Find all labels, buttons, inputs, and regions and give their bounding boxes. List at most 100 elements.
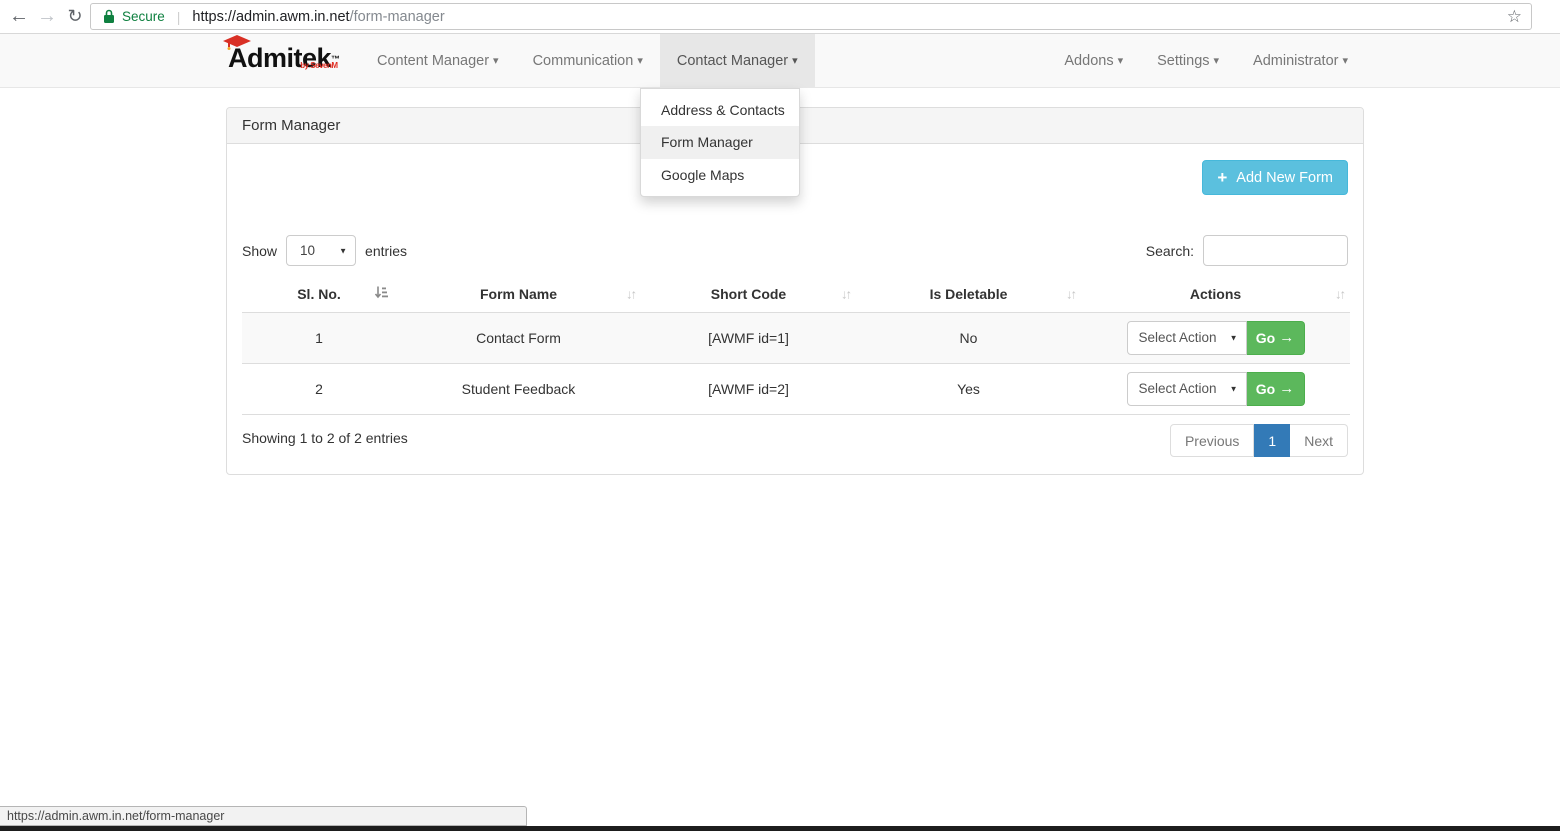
cell-sl-no: 2: [242, 363, 396, 415]
go-button[interactable]: Go →: [1246, 371, 1305, 406]
search-label: Search:: [1145, 242, 1194, 259]
select-caret-icon: ▼: [339, 246, 348, 255]
main-navbar: Admitek™ by SevenM Content Manager ▾ Commu…: [0, 34, 1560, 88]
action-group: Select Action ▼ Go →: [1126, 320, 1305, 355]
pagination: Previous 1 Next: [1169, 424, 1348, 457]
bookmark-star-icon[interactable]: ☆: [1507, 7, 1522, 27]
table-row: 1 Contact Form [AWMF id=1] No Select Act…: [242, 312, 1350, 364]
go-button[interactable]: Go →: [1246, 320, 1305, 355]
pagination-next[interactable]: Next: [1290, 424, 1348, 457]
page-url: https://admin.awm.in.net/form-manager: [192, 9, 444, 25]
caret-down-icon: ▾: [637, 55, 643, 67]
page-length-select[interactable]: 10 ▼: [286, 235, 357, 266]
caret-down-icon: ▾: [792, 55, 798, 67]
contact-manager-dropdown: Address & Contacts Form Manager Google M…: [640, 88, 800, 197]
pagination-page-1[interactable]: 1: [1254, 424, 1291, 457]
url-host: https://admin.awm.in.net: [192, 8, 350, 25]
sort-both-icon: ↓↑: [626, 286, 637, 302]
nav-label: Content Manager: [377, 53, 490, 69]
caret-down-icon: ▾: [1213, 55, 1220, 67]
page-length-control: Show 10 ▼ entries: [242, 235, 407, 266]
cell-sl-no: 1: [242, 312, 396, 364]
select-action-dropdown[interactable]: Select Action ▼: [1126, 371, 1247, 406]
add-new-form-button[interactable]: + Add New Form: [1202, 160, 1348, 195]
show-label: Show: [242, 242, 278, 259]
sort-up-icon: ↑: [630, 286, 637, 302]
sort-both-icon: ↓↑: [1335, 286, 1346, 302]
showing-entries-info: Showing 1 to 2 of 2 entries: [242, 430, 408, 446]
cell-short-code: [AWMF id=2]: [641, 363, 856, 415]
omnibox-separator: |: [176, 8, 181, 25]
caret-down-icon: ▾: [493, 55, 499, 67]
header-label: Actions: [1189, 286, 1242, 303]
table-header-row: Sl. No. Form Name ↓↑ Short Code ↓↑ Is De…: [242, 277, 1350, 313]
sort-both-icon: ↓↑: [1066, 286, 1077, 302]
nav-item-content-manager[interactable]: Content Manager ▾: [360, 34, 516, 88]
forward-icon[interactable]: →: [34, 2, 60, 30]
secure-label: Secure: [122, 9, 165, 24]
sort-up-icon: ↑: [845, 286, 852, 302]
header-actions[interactable]: Actions ↓↑: [1081, 277, 1350, 313]
add-new-form-label: Add New Form: [1236, 169, 1333, 186]
sort-up-icon: ↑: [1070, 286, 1077, 302]
arrow-right-icon: →: [1279, 380, 1295, 397]
nav-right-group: Addons ▾ Settings ▾ Administrator ▾: [1047, 34, 1365, 88]
nav-item-settings[interactable]: Settings ▾: [1140, 34, 1236, 88]
search-input[interactable]: [1203, 235, 1348, 266]
brand-logo[interactable]: Admitek™ by SevenM: [223, 35, 340, 73]
nav-item-communication[interactable]: Communication ▾: [516, 34, 660, 88]
caret-down-icon: ▾: [1342, 55, 1348, 67]
go-label: Go: [1255, 329, 1276, 346]
cell-short-code: [AWMF id=1]: [641, 312, 856, 364]
plus-icon: +: [1217, 167, 1228, 187]
dropdown-item-address-contacts[interactable]: Address & Contacts: [641, 94, 799, 126]
url-path: /form-manager: [349, 8, 445, 25]
dropdown-item-form-manager[interactable]: Form Manager: [641, 126, 799, 159]
nav-label: Administrator: [1253, 53, 1339, 69]
cell-is-deletable: Yes: [856, 363, 1081, 415]
search-control: Search:: [1146, 235, 1348, 266]
bottom-edge-strip: [0, 826, 1560, 831]
nav-label: Contact Manager: [676, 53, 789, 69]
header-sl-no[interactable]: Sl. No.: [242, 277, 396, 313]
header-label: Sl. No.: [297, 286, 341, 303]
entries-label: entries: [365, 242, 408, 259]
pagination-previous[interactable]: Previous: [1169, 424, 1255, 457]
cell-is-deletable: No: [856, 312, 1081, 364]
address-bar[interactable]: Secure | https://admin.awm.in.net/form-m…: [90, 3, 1532, 30]
back-icon[interactable]: ←: [6, 2, 32, 30]
header-label: Form Name: [479, 286, 558, 303]
caret-down-icon: ▾: [1117, 55, 1124, 67]
select-action-value: Select Action: [1138, 381, 1217, 396]
nav-label: Communication: [532, 53, 634, 69]
cell-actions: Select Action ▼ Go →: [1081, 312, 1350, 364]
lock-icon: [103, 9, 115, 24]
arrow-right-icon: →: [1279, 329, 1295, 346]
nav-label: Addons: [1064, 53, 1114, 69]
page-length-value: 10: [300, 243, 316, 258]
forms-table: Sl. No. Form Name ↓↑ Short Code ↓↑ Is De…: [242, 277, 1350, 415]
cell-actions: Select Action ▼ Go →: [1081, 363, 1350, 415]
nav-item-contact-manager[interactable]: Contact Manager ▾: [659, 34, 815, 88]
dropdown-item-google-maps[interactable]: Google Maps: [641, 159, 799, 191]
brand-tagline: by SevenM: [300, 61, 338, 70]
select-caret-icon: ▼: [1229, 384, 1238, 393]
cell-form-name: Contact Form: [396, 312, 641, 364]
header-form-name[interactable]: Form Name ↓↑: [396, 277, 641, 313]
reload-icon[interactable]: ↻: [62, 2, 88, 30]
sort-up-icon: ↑: [1339, 286, 1346, 302]
select-action-dropdown[interactable]: Select Action ▼: [1126, 320, 1247, 355]
nav-left-group: Content Manager ▾ Communication ▾ Contact …: [360, 34, 815, 88]
nav-item-addons[interactable]: Addons ▾: [1047, 34, 1140, 88]
header-short-code[interactable]: Short Code ↓↑: [641, 277, 856, 313]
nav-item-administrator[interactable]: Administrator ▾: [1236, 34, 1365, 88]
header-label: Is Deletable: [929, 286, 1008, 303]
sort-asc-icon: [374, 286, 388, 303]
sort-both-icon: ↓↑: [841, 286, 852, 302]
status-url-tooltip: https://admin.awm.in.net/form-manager: [0, 806, 527, 826]
brand-name: Admitek™ by SevenM: [228, 43, 340, 73]
browser-toolbar: ← → ↻ Secure | https://admin.awm.in.net/…: [0, 0, 1560, 34]
cell-form-name: Student Feedback: [396, 363, 641, 415]
header-is-deletable[interactable]: Is Deletable ↓↑: [856, 277, 1081, 313]
table-row: 2 Student Feedback [AWMF id=2] Yes Selec…: [242, 363, 1350, 415]
